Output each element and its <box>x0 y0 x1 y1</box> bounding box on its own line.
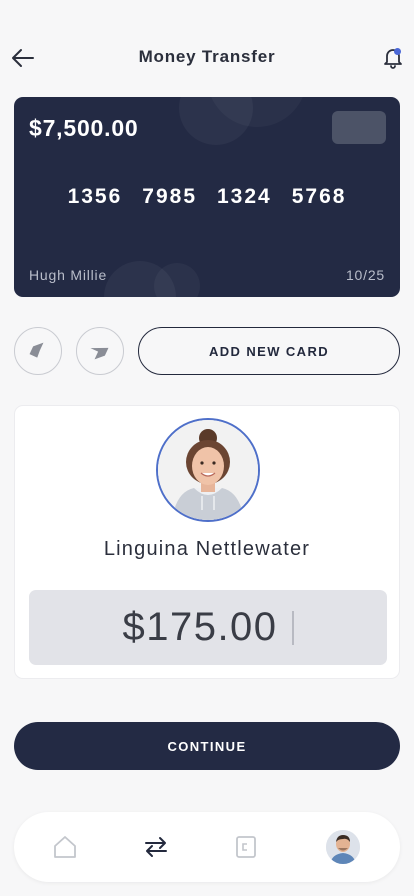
profile-avatar <box>326 830 360 864</box>
card-number-group: 5768 <box>291 185 347 208</box>
amount-value: $175.00 <box>122 605 278 649</box>
card-balance: $7,500.00 <box>29 115 139 141</box>
previous-card-button[interactable] <box>14 327 62 375</box>
page-title: Money Transfer <box>138 47 276 66</box>
nav-home[interactable] <box>44 826 86 868</box>
header: Money Transfer <box>0 30 414 86</box>
add-new-card-button[interactable]: ADD NEW CARD <box>138 327 400 375</box>
transfer-icon <box>145 837 167 857</box>
card-expiry: 10/25 <box>345 267 385 283</box>
recipient-photo <box>158 420 258 520</box>
card-decoration <box>154 263 200 297</box>
bottom-navigation <box>14 812 400 882</box>
recipient-panel: Linguina Nettlewater $175.00 <box>14 405 400 679</box>
card-number: 1356 7985 1324 5768 <box>14 185 400 209</box>
next-card-button[interactable] <box>76 327 124 375</box>
nav-transfer[interactable] <box>135 826 177 868</box>
card-number-group: 1356 <box>67 185 123 208</box>
notification-button[interactable] <box>378 44 408 72</box>
recipient-avatar[interactable] <box>156 418 260 522</box>
credit-card[interactable]: $7,500.00 1356 7985 1324 5768 Hugh Milli… <box>14 97 400 297</box>
nav-wallet[interactable] <box>225 826 267 868</box>
amount-input[interactable]: $175.00 <box>29 590 387 665</box>
home-icon <box>54 836 76 858</box>
profile-photo <box>326 830 360 864</box>
card-number-group: 7985 <box>142 185 197 208</box>
card-right-icon <box>90 347 109 360</box>
card-chip <box>332 111 386 144</box>
continue-button[interactable]: CONTINUE <box>14 722 400 770</box>
card-left-icon <box>29 342 44 358</box>
text-caret <box>291 610 294 645</box>
wallet-icon <box>236 836 256 858</box>
card-holder: Hugh Millie <box>29 267 108 283</box>
card-number-group: 1324 <box>217 185 272 208</box>
recipient-name: Linguina Nettlewater <box>103 538 311 560</box>
nav-profile[interactable] <box>322 826 364 868</box>
notification-dot <box>394 48 401 55</box>
